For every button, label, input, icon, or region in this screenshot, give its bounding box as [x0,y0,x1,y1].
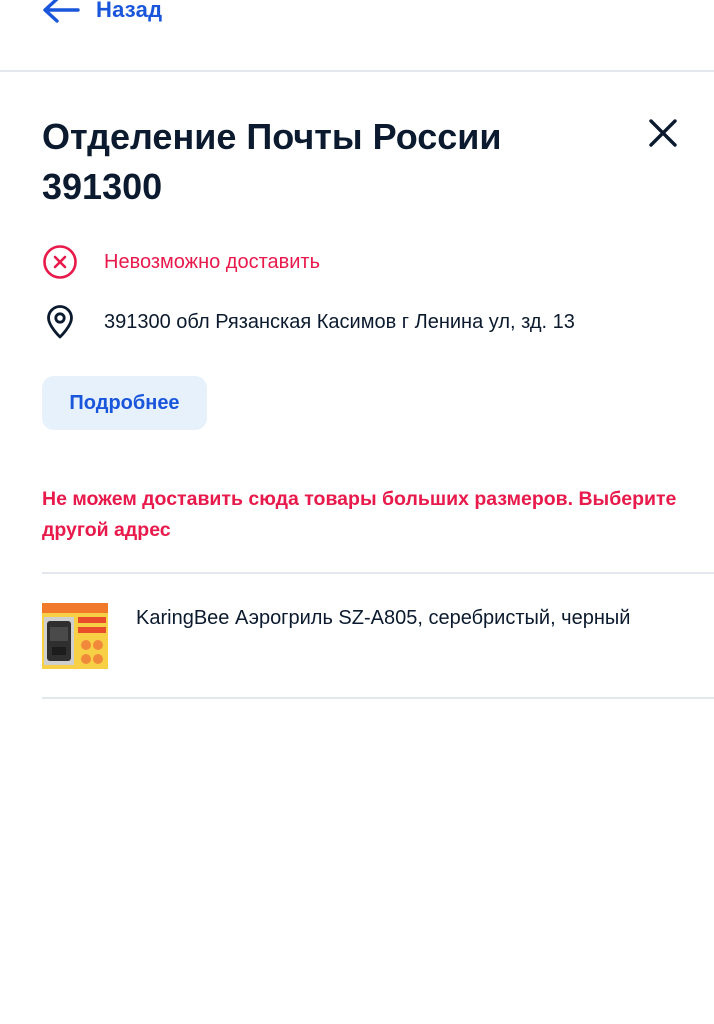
page-title: Отделение Почты России 391300 [42,116,502,207]
header-divider [0,70,714,72]
product-item: KaringBee Аэрогриль SZ-A805, серебристый… [42,603,636,669]
status-text: Невозможно доставить [104,250,321,273]
product-thumbnail [42,603,108,669]
back-label: Назад [96,0,163,22]
size-warning: Не можем доставить сюда товары больших р… [42,488,677,541]
pickup-point-panel: Назад Отделение Почты России 391300 Нево… [0,0,714,1024]
arrow-left-icon [43,0,80,23]
address-text: 391300 обл Рязанская Касимов г Ленина ул… [104,310,575,333]
divider [42,572,714,574]
location-pin-icon [47,305,73,339]
close-icon [649,119,677,147]
product-name: KaringBee Аэрогриль SZ-A805, серебристый… [136,607,631,629]
close-button[interactable] [644,114,682,152]
back-button[interactable]: Назад [42,0,162,28]
divider [42,697,714,699]
delivery-status: Невозможно доставить [42,244,320,280]
cross-circle-icon [43,245,77,279]
details-button[interactable]: Подробнее [42,376,207,430]
address: 391300 обл Рязанская Касимов г Ленина ул… [42,304,575,340]
